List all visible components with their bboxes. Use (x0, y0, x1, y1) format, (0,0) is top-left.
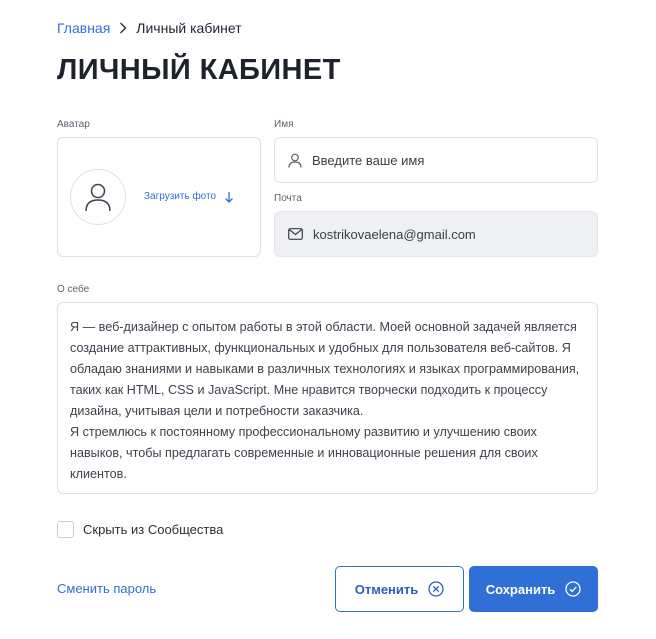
cancel-button-label: Отменить (354, 581, 419, 597)
about-text: Я — веб-дизайнер с опытом работы в этой … (70, 320, 580, 481)
about-label: О себе (57, 284, 90, 295)
email-field[interactable] (274, 211, 598, 257)
breadcrumb: Главная Личный кабинет (57, 19, 242, 37)
save-button[interactable]: Сохранить (469, 566, 598, 612)
upload-photo-label: Загрузить фото (144, 191, 217, 202)
avatar-card: Загрузить фото (57, 137, 261, 257)
email-input[interactable] (313, 226, 573, 242)
hide-from-community-checkbox[interactable] (57, 521, 74, 538)
hide-from-community-label: Скрыть из Сообщества (83, 522, 224, 537)
name-label: Имя (274, 119, 294, 130)
upload-photo-button[interactable]: Загрузить фото (144, 190, 234, 204)
profile-page: Главная Личный кабинет ЛИЧНЫЙ КАБИНЕТ Ав… (0, 0, 656, 639)
breadcrumb-home-link[interactable]: Главная (57, 19, 110, 37)
email-label: Почта (274, 193, 302, 204)
user-icon (288, 153, 302, 168)
user-icon (84, 182, 112, 212)
chevron-right-icon (118, 22, 128, 34)
name-field[interactable] (274, 137, 598, 183)
arrow-down-icon (224, 191, 234, 203)
hide-from-community-option[interactable]: Скрыть из Сообщества (57, 521, 223, 538)
breadcrumb-current: Личный кабинет (136, 20, 242, 36)
cancel-button[interactable]: Отменить (335, 566, 464, 612)
about-textarea[interactable]: Я — веб-дизайнер с опытом работы в этой … (57, 302, 598, 494)
avatar[interactable] (70, 169, 126, 225)
close-circle-icon (428, 581, 444, 597)
name-input[interactable] (312, 152, 572, 168)
change-password-link[interactable]: Сменить пароль (57, 581, 156, 596)
avatar-label: Аватар (57, 119, 90, 130)
save-button-label: Сохранить (485, 581, 556, 597)
mail-icon (288, 228, 303, 240)
check-circle-icon (565, 581, 581, 597)
page-title: ЛИЧНЫЙ КАБИНЕТ (57, 54, 341, 86)
